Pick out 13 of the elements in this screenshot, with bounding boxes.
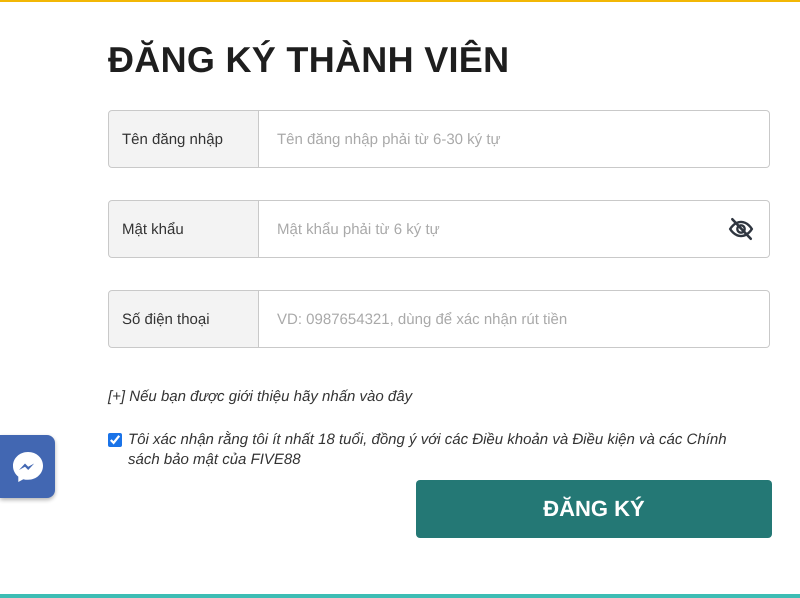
messenger-button[interactable]: [0, 435, 55, 498]
field-label: Tên đăng nhập: [108, 110, 259, 168]
eye-slash-icon[interactable]: [728, 216, 754, 242]
agreement-checkbox[interactable]: [108, 433, 122, 447]
register-button[interactable]: ĐĂNG KÝ: [416, 480, 772, 538]
input-field[interactable]: Tên đăng nhập phải từ 6-30 ký tự: [259, 110, 770, 168]
field-label: Mật khẩu: [108, 200, 259, 258]
agreement-text: Tôi xác nhận rằng tôi ít nhất 18 tuổi, đồng ý với các Điều khoản và Điều kiện và các Chính sách bảo mật của FIVE88: [128, 430, 728, 470]
referral-link[interactable]: [+] Nếu bạn được giới thiệu hãy nhấn vào đây: [108, 388, 412, 405]
input-field[interactable]: VD: 0987654321, dùng để xác nhận rút tiền: [259, 290, 770, 348]
input-field[interactable]: Mật khẩu phải từ 6 ký tự: [259, 200, 770, 258]
page-title: ĐĂNG KÝ THÀNH VIÊN: [108, 40, 510, 80]
field-label: Số điện thoại: [108, 290, 259, 348]
